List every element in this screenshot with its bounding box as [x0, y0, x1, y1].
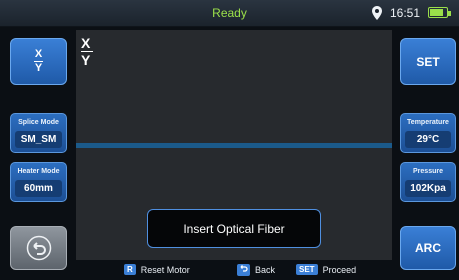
- hint-bar: R Reset Motor Back SET Proceed: [0, 262, 459, 280]
- heater-mode-value: 60mm: [15, 180, 62, 197]
- camera-view-top: X Y: [76, 30, 392, 143]
- battery-level: [430, 9, 443, 16]
- view-xy-button[interactable]: X Y: [10, 38, 67, 85]
- view-axis-denominator: Y: [81, 52, 91, 68]
- set-key-badge: SET: [296, 264, 318, 275]
- pressure-value: 102Kpa: [405, 180, 451, 197]
- back-icon: [240, 265, 248, 272]
- temperature-value: 29°C: [405, 131, 451, 148]
- location-pin-icon: [372, 6, 382, 20]
- status-bar: Ready 16:51: [0, 0, 459, 27]
- battery-icon: [428, 7, 451, 18]
- view-axis-label: X Y: [81, 36, 93, 67]
- clock: 16:51: [390, 6, 421, 20]
- prompt-message: Insert Optical Fiber: [147, 209, 321, 248]
- hint-back[interactable]: Back: [237, 264, 275, 276]
- hint-back-label: Back: [255, 265, 276, 275]
- splice-mode-title: Splice Mode: [18, 119, 59, 126]
- hint-proceed-label: Proceed: [322, 264, 357, 275]
- view-xy-numerator: X: [34, 48, 43, 60]
- heater-mode-panel[interactable]: Heater Mode 60mm: [10, 162, 67, 202]
- back-key-badge: [237, 264, 250, 276]
- r-key-badge: R: [124, 264, 136, 275]
- view-axis-numerator: X: [81, 35, 91, 51]
- hint-reset-motor[interactable]: R Reset Motor: [124, 264, 190, 275]
- pressure-panel: Pressure 102Kpa: [400, 162, 456, 202]
- hint-reset-motor-label: Reset Motor: [140, 264, 190, 275]
- hint-proceed[interactable]: SET Proceed: [296, 264, 356, 275]
- view-xy-denominator: Y: [34, 62, 43, 74]
- undo-arrow-icon: [26, 235, 51, 261]
- splice-mode-value: SM_SM: [15, 131, 62, 148]
- view-xy-label: X Y: [34, 49, 43, 74]
- pressure-title: Pressure: [413, 168, 443, 175]
- heater-mode-title: Heater Mode: [17, 168, 60, 175]
- temperature-panel: Temperature 29°C: [400, 113, 456, 153]
- splice-mode-panel[interactable]: Splice Mode SM_SM: [10, 113, 67, 153]
- temperature-title: Temperature: [407, 119, 449, 126]
- set-button[interactable]: SET: [400, 38, 456, 85]
